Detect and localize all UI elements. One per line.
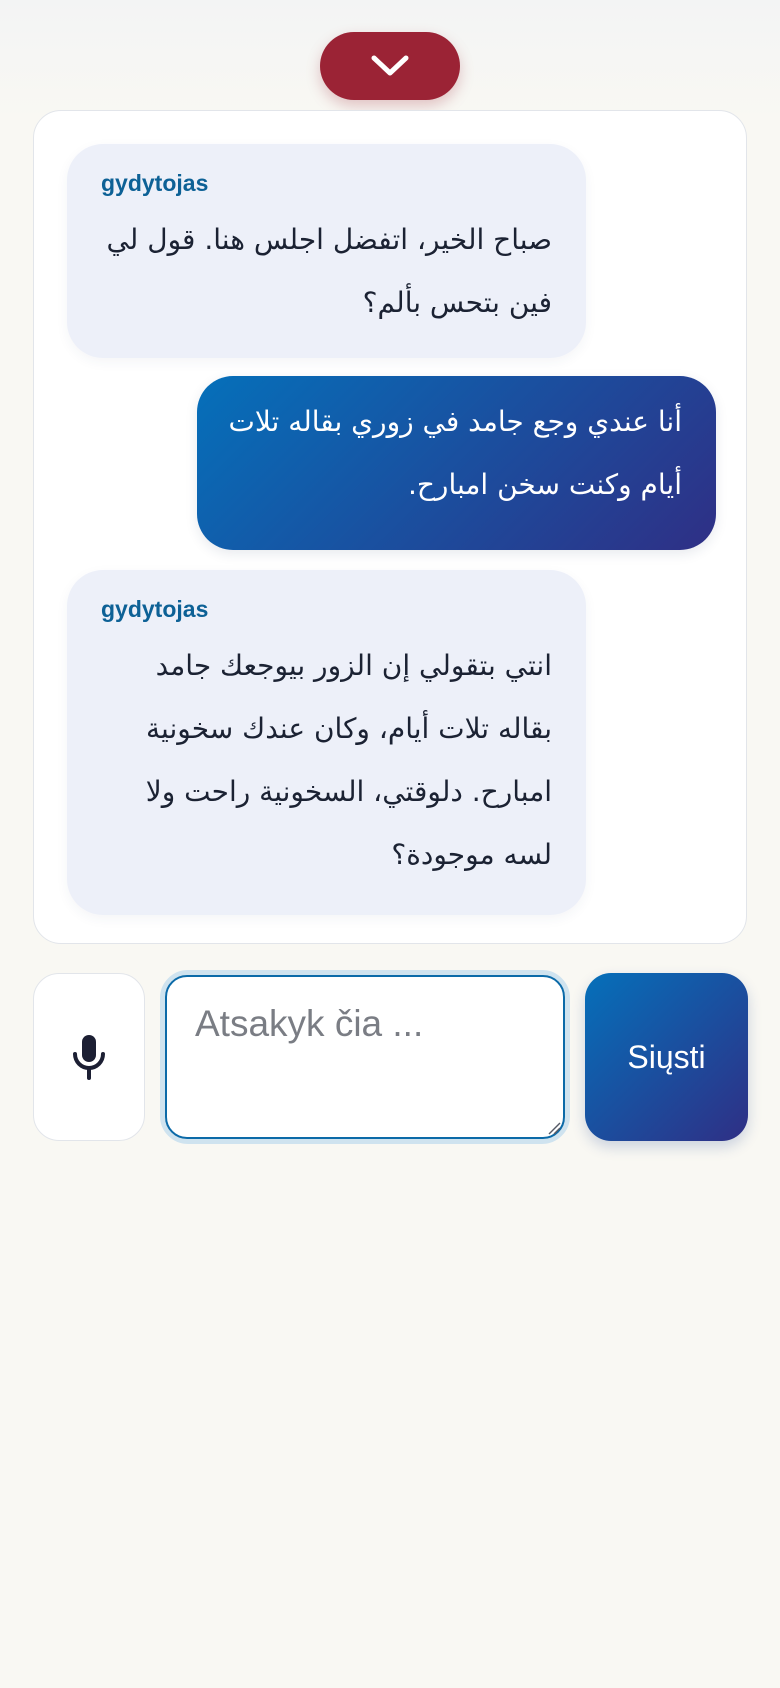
- message-text: صباح الخير، اتفضل اجلس هنا. قول لي فين ب…: [106, 223, 552, 319]
- answer-input[interactable]: [165, 975, 565, 1139]
- doctor-message: gydytojas انتي بتقولي إن الزور بيوجعك جا…: [67, 570, 586, 915]
- doctor-message: gydytojas صباح الخير، اتفضل اجلس هنا. قو…: [67, 144, 586, 358]
- message-sender: gydytojas: [101, 596, 209, 622]
- message-text: أنا عندي وجع جامد في زوري بقاله تلات أيا…: [228, 405, 682, 501]
- chat-panel[interactable]: gydytojas صباح الخير، اتفضل اجلس هنا. قو…: [33, 110, 747, 944]
- chevron-down-icon: [371, 55, 409, 76]
- patient-message: أنا عندي وجع جامد في زوري بقاله تلات أيا…: [197, 376, 716, 550]
- answer-field[interactable]: [160, 970, 570, 1144]
- message-text: انتي بتقولي إن الزور بيوجعك جامد بقاله ت…: [145, 649, 552, 871]
- send-button[interactable]: Siųsti: [585, 973, 748, 1141]
- send-button-label: Siųsti: [627, 1038, 706, 1075]
- microphone-button[interactable]: [33, 973, 145, 1141]
- message-sender: gydytojas: [101, 170, 209, 196]
- microphone-icon: [73, 1035, 105, 1080]
- collapse-button[interactable]: [320, 32, 460, 100]
- resize-grip-icon[interactable]: [547, 1121, 561, 1135]
